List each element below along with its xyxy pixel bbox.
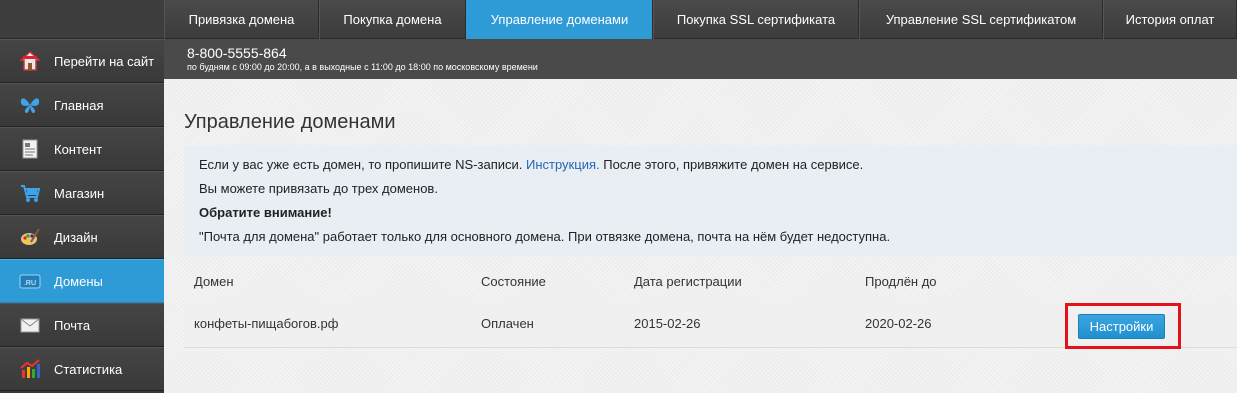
chart-icon <box>18 357 42 381</box>
tab-ssl-purchase[interactable]: Покупка SSL сертификата <box>653 0 859 39</box>
home-icon <box>18 49 42 73</box>
tab-label: Покупка домена <box>343 12 442 27</box>
butterfly-icon <box>18 93 42 117</box>
sidebar-item-label: Контент <box>54 141 103 157</box>
info-text: После этого, привяжите домен на сервисе. <box>599 157 864 172</box>
attention-heading: Обратите внимание! <box>199 205 332 220</box>
cell-registered: 2015-02-26 <box>634 315 701 331</box>
top-nav: Привязка домена Покупка домена Управлени… <box>164 0 1237 39</box>
cell-actions: Настройки <box>1065 299 1237 349</box>
sidebar-item-shop[interactable]: Магазин <box>0 171 164 215</box>
sidebar-item-domains[interactable]: .RU Домены <box>0 259 164 303</box>
info-line-limit: Вы можете привязать до трех доменов. <box>199 181 438 196</box>
sidebar-item-statistics[interactable]: Статистика <box>0 347 164 391</box>
tab-payment-history[interactable]: История оплат <box>1103 0 1237 39</box>
palette-icon <box>18 225 42 249</box>
cart-icon <box>18 181 42 205</box>
sidebar-top <box>0 0 164 39</box>
tab-label: Управление доменами <box>490 12 629 27</box>
sidebar-item-go-to-site[interactable]: Перейти на сайт <box>0 39 164 83</box>
column-header-registered: Дата регистрации <box>634 273 742 289</box>
cell-status: Оплачен <box>481 315 534 331</box>
column-header-status: Состояние <box>481 273 546 289</box>
tab-domain-management[interactable]: Управление доменами <box>466 0 653 39</box>
ru-domain-icon: .RU <box>18 269 42 293</box>
sidebar-item-mail[interactable]: Почта <box>0 303 164 347</box>
sidebar-item-design[interactable]: Дизайн <box>0 215 164 259</box>
mail-icon <box>18 313 42 337</box>
sidebar-item-label: Перейти на сайт <box>54 53 155 69</box>
highlight-frame: Настройки <box>1065 303 1181 349</box>
cell-renewed: 2020-02-26 <box>865 315 932 331</box>
info-line-ns: Если у вас уже есть домен, то пропишите … <box>199 157 1222 181</box>
info-line-attention: Обратите внимание! <box>199 205 1222 229</box>
table-header: Домен Состояние Дата регистрации Продлён… <box>184 263 1237 299</box>
sidebar-item-home[interactable]: Главная <box>0 83 164 127</box>
support-phone: 8-800-5555-864 <box>187 45 287 61</box>
support-hours: по будням с 09:00 до 20:00, а в выходные… <box>187 62 538 72</box>
sidebar-item-label: Домены <box>54 273 103 289</box>
ru-domain-icon-text: .RU <box>24 280 36 287</box>
sidebar-item-label: Дизайн <box>54 229 98 245</box>
domains-table: Домен Состояние Дата регистрации Продлён… <box>184 263 1237 349</box>
column-header-domain: Домен <box>194 273 234 289</box>
cell-domain: конфеты-пищабогов.рф <box>194 315 339 331</box>
sidebar-item-content[interactable]: Контент <box>0 127 164 171</box>
document-icon <box>18 137 42 161</box>
sidebar-item-label: Почта <box>54 317 91 333</box>
support-phone-bar: 8-800-5555-864 по будням с 09:00 до 20:0… <box>164 39 1237 79</box>
tab-label: Покупка SSL сертификата <box>676 12 836 27</box>
settings-button[interactable]: Настройки <box>1078 314 1165 339</box>
column-header-actions <box>1065 263 1237 299</box>
tab-label: Управление SSL сертификатом <box>885 12 1077 27</box>
sidebar: Перейти на сайт Главная Контент Магазин … <box>0 0 164 393</box>
instruction-link[interactable]: Инструкция. <box>526 157 600 172</box>
sidebar-item-label: Статистика <box>54 361 123 377</box>
tab-domain-binding[interactable]: Привязка домена <box>164 0 319 39</box>
info-text: Если у вас уже есть домен, то пропишите … <box>199 157 526 172</box>
tab-ssl-management[interactable]: Управление SSL сертификатом <box>859 0 1103 39</box>
tab-label: Привязка домена <box>188 12 295 27</box>
tab-domain-purchase[interactable]: Покупка домена <box>319 0 466 39</box>
info-line-mail-note: "Почта для домена" работает только для о… <box>199 229 891 244</box>
info-box: Если у вас уже есть домен, то пропишите … <box>184 145 1237 256</box>
page-title: Управление доменами <box>184 111 396 133</box>
sidebar-item-label: Главная <box>54 97 104 113</box>
main-content: Управление доменами Если у вас уже есть … <box>164 79 1237 393</box>
sidebar-item-label: Магазин <box>54 185 105 201</box>
column-header-renewed: Продлён до <box>865 273 937 289</box>
tab-label: История оплат <box>1125 12 1215 27</box>
table-row: конфеты-пищабогов.рф Оплачен 2015-02-26 … <box>184 299 1237 349</box>
